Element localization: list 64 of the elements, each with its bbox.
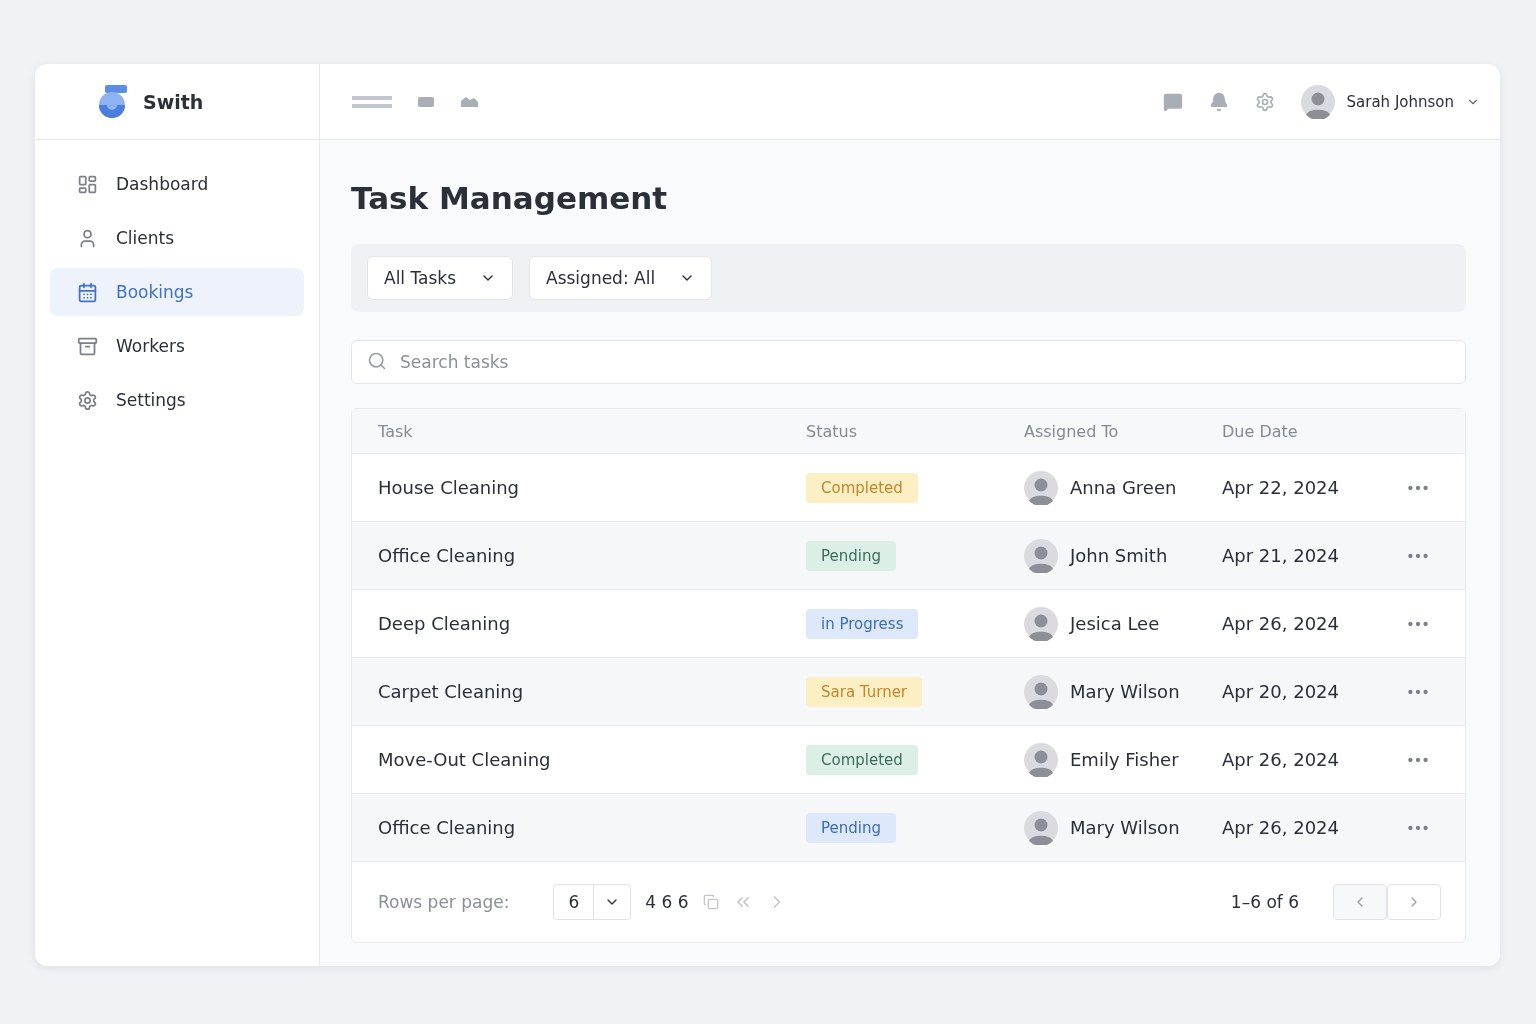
menu-icon[interactable] bbox=[352, 95, 392, 108]
avatar bbox=[1024, 606, 1058, 641]
column-header: Assigned To bbox=[1024, 421, 1120, 441]
avatar bbox=[1024, 538, 1058, 573]
archive-icon bbox=[77, 335, 98, 357]
assignee-name: Emily Fisher bbox=[1070, 749, 1179, 770]
cloud-icon[interactable] bbox=[460, 96, 478, 107]
sidebar-item[interactable]: Clients bbox=[50, 214, 304, 262]
search-field[interactable]: Search tasks bbox=[351, 340, 1466, 384]
chat-icon[interactable] bbox=[1162, 91, 1183, 112]
avatar bbox=[1024, 470, 1058, 505]
status-tag: Pending bbox=[806, 540, 896, 571]
brand-name: Swith bbox=[143, 90, 204, 113]
task-name: House Cleaning bbox=[378, 477, 521, 498]
assignee-name: Mary Wilson bbox=[1070, 817, 1180, 838]
task-name: Office Cleaning bbox=[378, 545, 517, 566]
status-tag: Pending bbox=[806, 812, 896, 843]
sidebar-item[interactable]: Dashboard bbox=[50, 160, 304, 208]
due-date: Apr 26, 2024 bbox=[1222, 817, 1341, 838]
task-name: Move-Out Cleaning bbox=[378, 749, 552, 770]
notification-icon[interactable] bbox=[1208, 91, 1229, 112]
task-name: Office Cleaning bbox=[378, 817, 517, 838]
previous-page-button[interactable] bbox=[1333, 884, 1387, 920]
avatar bbox=[1024, 742, 1058, 777]
sidebar-item[interactable]: Bookings bbox=[50, 268, 304, 316]
filter-dropdown[interactable]: All Tasks bbox=[367, 256, 514, 300]
gear-icon bbox=[77, 389, 98, 411]
status-tag: in Progress bbox=[806, 608, 919, 639]
dashboard-icon bbox=[77, 173, 98, 195]
rows-per-page-select[interactable]: 6 bbox=[553, 884, 632, 920]
due-date: Apr 20, 2024 bbox=[1222, 681, 1341, 702]
rows-per-page-label: Rows per page: bbox=[378, 892, 510, 912]
column-header: Status bbox=[806, 421, 858, 441]
column-header: Task bbox=[378, 421, 414, 441]
status-tag: Completed bbox=[806, 472, 918, 503]
filter-dropdown[interactable]: Assigned: All bbox=[529, 256, 713, 300]
due-date: Apr 26, 2024 bbox=[1222, 613, 1341, 634]
due-date: Apr 22, 2024 bbox=[1222, 477, 1341, 498]
assignee-name: Anna Green bbox=[1070, 477, 1177, 498]
avatar bbox=[1024, 810, 1058, 845]
task-name: Deep Cleaning bbox=[378, 613, 512, 634]
assignee-name: Jesica Lee bbox=[1070, 613, 1160, 634]
settings-icon[interactable] bbox=[1254, 91, 1275, 112]
assignee-name: Mary Wilson bbox=[1070, 681, 1180, 702]
avatar bbox=[1024, 674, 1058, 709]
next-page-button[interactable] bbox=[1387, 884, 1441, 920]
status-tag: Completed bbox=[806, 744, 918, 775]
user-name[interactable]: Sarah Johnson bbox=[1346, 92, 1454, 111]
page-numbers: 4 6 6 bbox=[645, 892, 689, 912]
card-icon[interactable] bbox=[418, 96, 434, 107]
due-date: Apr 26, 2024 bbox=[1222, 749, 1341, 770]
page-title: Task Management bbox=[351, 180, 669, 216]
column-header: Due Date bbox=[1222, 421, 1299, 441]
sidebar-item[interactable]: Workers bbox=[50, 322, 304, 370]
sidebar-item[interactable]: Settings bbox=[50, 376, 304, 424]
calendar-icon bbox=[77, 281, 98, 303]
task-name: Carpet Cleaning bbox=[378, 681, 525, 702]
search-icon bbox=[367, 351, 387, 371]
page-range: 1–6 of 6 bbox=[1230, 892, 1299, 912]
copy-icon[interactable] bbox=[702, 894, 719, 910]
avatar bbox=[1300, 84, 1335, 119]
assignee-name: John Smith bbox=[1070, 545, 1168, 566]
due-date: Apr 21, 2024 bbox=[1222, 545, 1341, 566]
status-tag: Sara Turner bbox=[806, 676, 923, 707]
